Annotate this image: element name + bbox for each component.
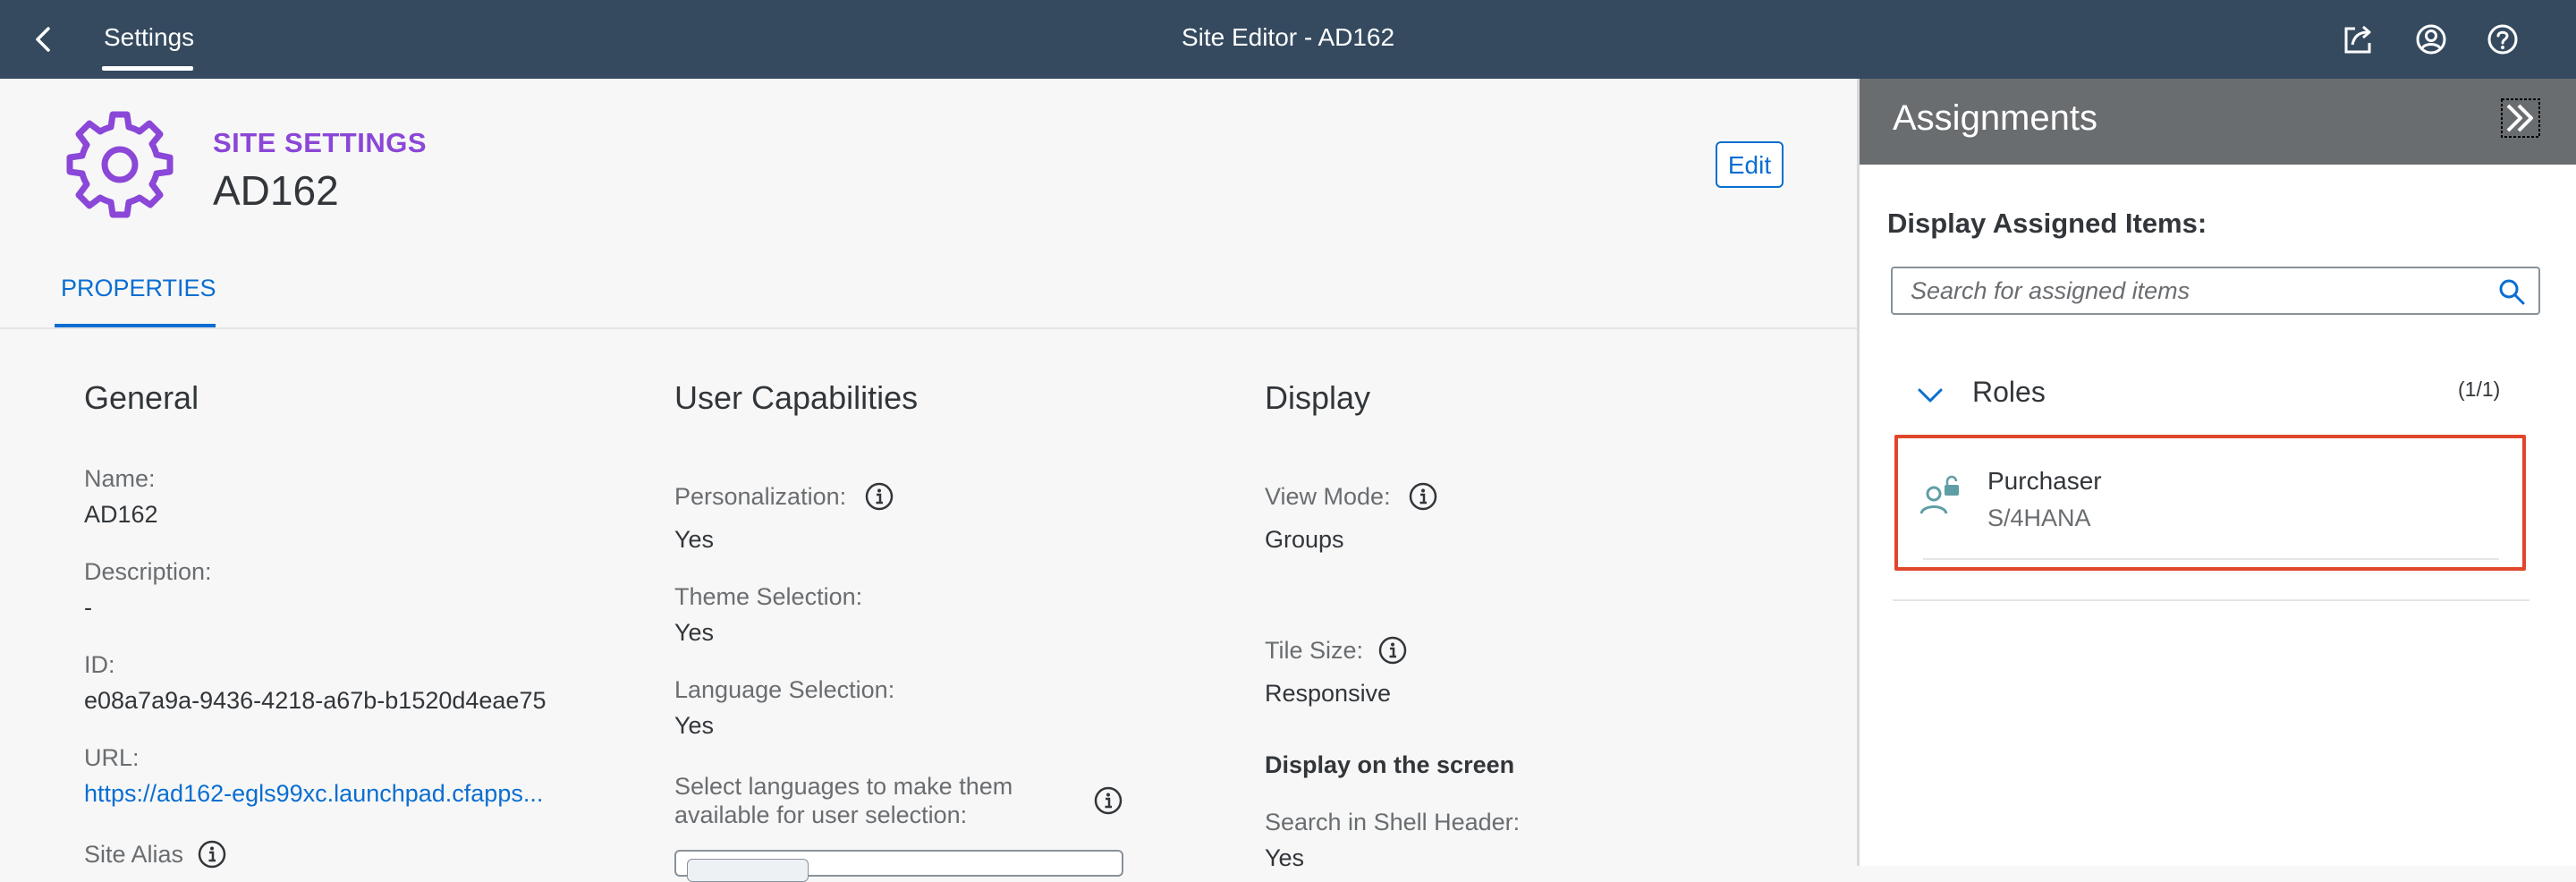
url-label: URL: xyxy=(84,744,140,771)
double-chevron-right-icon[interactable] xyxy=(2501,98,2540,138)
help-icon[interactable] xyxy=(2483,20,2522,59)
info-icon[interactable] xyxy=(197,839,227,869)
display-section-title: Display xyxy=(1265,379,1371,416)
general-section-title: General xyxy=(84,379,199,416)
search-in-shell-value: Yes xyxy=(1265,844,1305,871)
tab-properties[interactable]: PROPERTIES xyxy=(61,275,216,302)
gear-icon xyxy=(66,111,174,218)
url-link[interactable]: https://ad162-egls99xc.launchpad.cfapps.… xyxy=(84,780,543,808)
chevron-down-icon[interactable] xyxy=(1914,379,1946,411)
id-label: ID: xyxy=(84,651,115,678)
info-icon[interactable] xyxy=(1377,635,1408,666)
theme-selection-label: Theme Selection: xyxy=(674,583,863,610)
user-icon[interactable] xyxy=(2411,20,2451,59)
role-icon xyxy=(1919,475,1959,514)
info-icon[interactable] xyxy=(1408,481,1438,512)
roles-label: Roles xyxy=(1972,376,2046,408)
description-label: Description: xyxy=(84,558,212,585)
language-selection-value: Yes xyxy=(674,712,715,739)
description-value: - xyxy=(84,594,92,621)
item-subtitle: S/4HANA xyxy=(1987,505,2091,531)
languages-label-line2: available for user selection: xyxy=(674,801,968,828)
view-mode-value: Groups xyxy=(1265,526,1344,553)
display-assigned-items-label: Display Assigned Items: xyxy=(1887,208,2207,239)
languages-multi-combobox[interactable] xyxy=(674,850,1123,882)
display-on-screen-heading: Display on the screen xyxy=(1265,751,1515,778)
language-selection-label: Language Selection: xyxy=(674,676,895,703)
assigned-items-search[interactable] xyxy=(1891,267,2540,315)
roles-count: (1/1) xyxy=(2458,377,2501,401)
search-icon[interactable] xyxy=(2497,277,2526,306)
language-token[interactable] xyxy=(687,859,809,882)
shell-title: Site Editor - AD162 xyxy=(1181,23,1395,51)
info-icon[interactable] xyxy=(864,481,894,512)
languages-label-line1: Select languages to make them xyxy=(674,773,1013,800)
site-alias-label: Site Alias xyxy=(84,841,184,868)
search-in-shell-label: Search in Shell Header: xyxy=(1265,809,1521,835)
page-title: AD162 xyxy=(213,167,339,214)
tile-size-label: Tile Size: xyxy=(1265,637,1364,664)
share-icon[interactable] xyxy=(2338,20,2377,59)
theme-selection-value: Yes xyxy=(674,619,715,646)
view-mode-label: View Mode: xyxy=(1265,483,1391,510)
object-subtitle: SITE SETTINGS xyxy=(213,127,428,158)
item-divider xyxy=(1923,558,2499,560)
tab-settings-indicator xyxy=(102,66,193,71)
shell-bar: Settings Site Editor - AD162 xyxy=(0,0,2576,79)
id-value: e08a7a9a-9436-4218-a67b-b1520d4eae75 xyxy=(84,687,547,714)
user-capabilities-section-title: User Capabilities xyxy=(674,379,919,416)
name-label: Name: xyxy=(84,465,156,492)
tile-size-value: Responsive xyxy=(1265,680,1392,707)
list-item[interactable] xyxy=(1894,435,2526,571)
personalization-label: Personalization: xyxy=(674,483,847,510)
info-icon[interactable] xyxy=(1093,785,1123,816)
search-input[interactable] xyxy=(1911,268,2465,313)
edit-button[interactable]: Edit xyxy=(1716,141,1784,188)
name-value: AD162 xyxy=(84,501,158,528)
personalization-value: Yes xyxy=(674,526,715,553)
assignments-title: Assignments xyxy=(1893,98,2097,138)
item-title: Purchaser xyxy=(1987,467,2102,495)
